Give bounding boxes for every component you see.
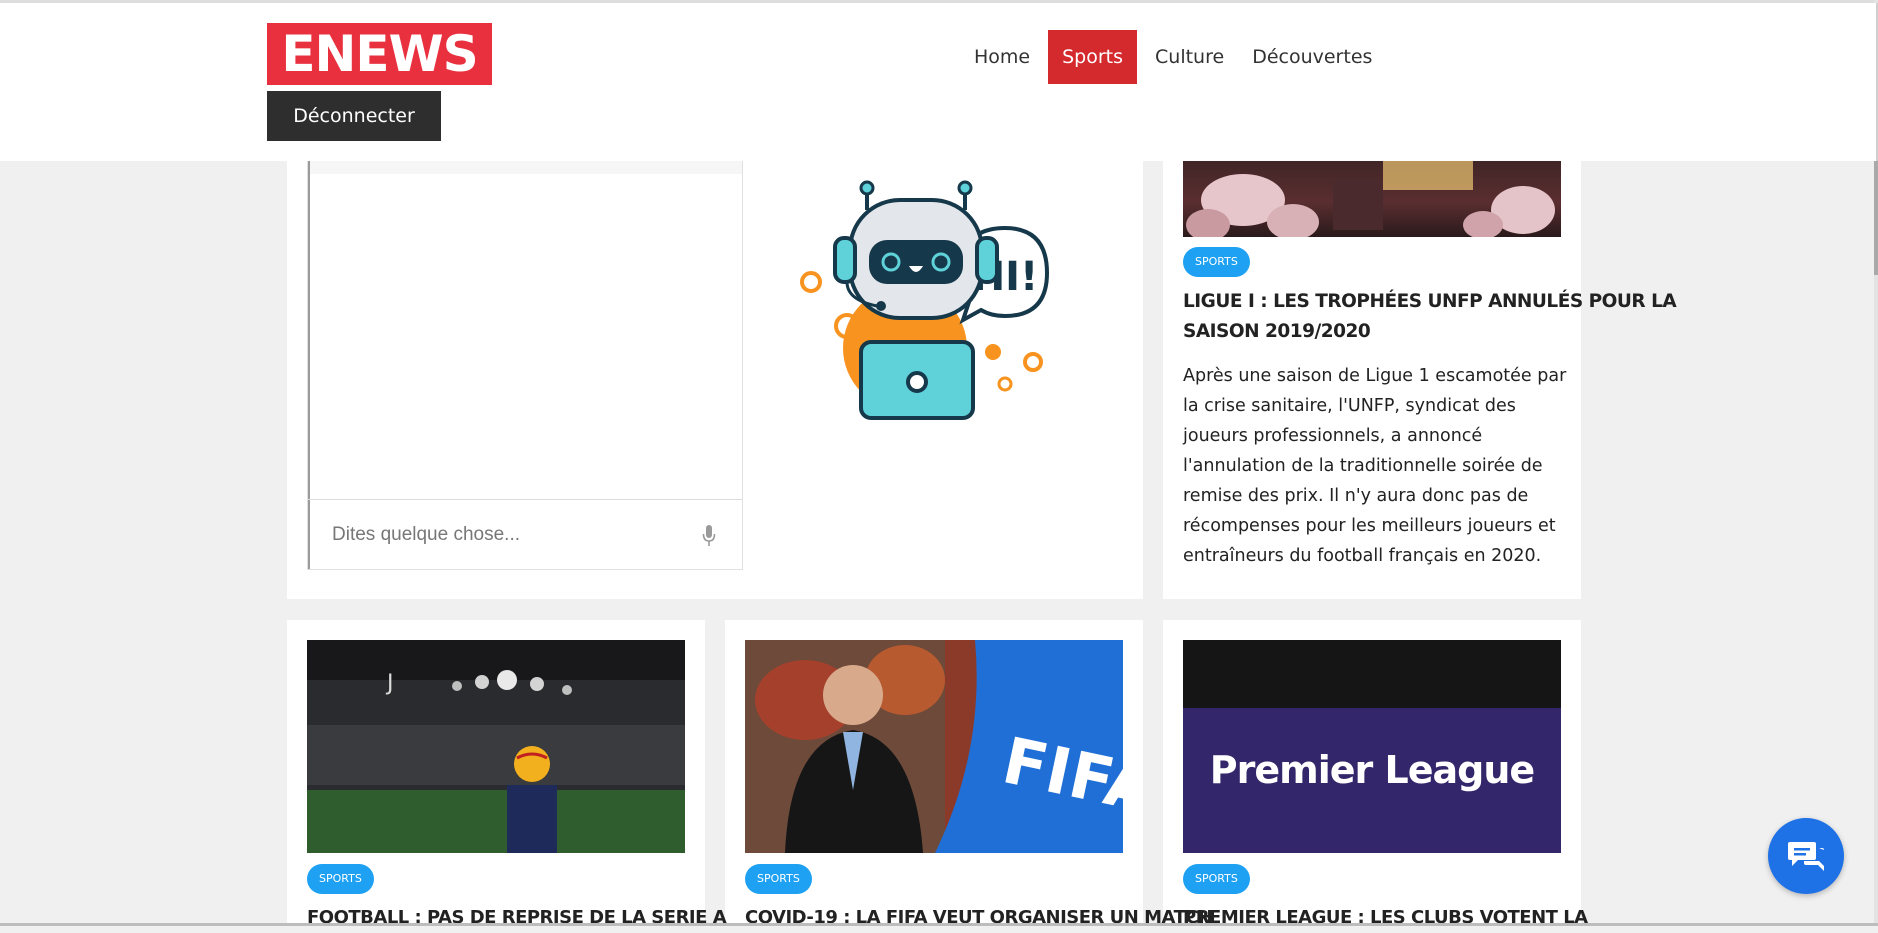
category-badge[interactable]: SPORTS — [745, 864, 812, 894]
featured-article-text-line: remise des prix. Il n'y aura donc pas de — [1183, 486, 1529, 506]
category-badge[interactable]: SPORTS — [307, 864, 374, 894]
site-header: ENEWS Déconnecter Home Sports Culture Dé… — [0, 3, 1878, 161]
chat-message-input[interactable] — [330, 522, 674, 547]
featured-article-text-line: entraîneurs du football français en 2020… — [1183, 546, 1542, 566]
article-image-fifa[interactable]: FIFA — [745, 640, 1123, 853]
chat-bubble-icon — [1788, 842, 1824, 871]
article-title[interactable]: COVID-19 : LA FIFA VEUT ORGANISER UN MAT… — [745, 903, 1213, 933]
featured-article-text-line: joueurs professionnels, a annoncé — [1183, 426, 1483, 446]
microphone-icon[interactable] — [702, 524, 716, 548]
featured-article-text-line: la crise sanitaire, l'UNFP, syndicat des — [1183, 396, 1516, 416]
chat-input-bar — [308, 499, 742, 569]
chat-window — [307, 160, 743, 570]
featured-article-title-line1[interactable]: LIGUE I : LES TROPHÉES UNFP ANNULÉS POUR… — [1183, 287, 1677, 317]
featured-article-text-line: l'annulation de la traditionnelle soirée… — [1183, 456, 1543, 476]
nav-item-sports[interactable]: Sports — [1048, 30, 1138, 84]
chat-header-strip — [308, 160, 742, 174]
featured-article-text-line: Après une saison de Ligue 1 escamotée pa… — [1183, 366, 1567, 386]
article-title[interactable]: PREMIER LEAGUE : LES CLUBS VOTENT LA — [1183, 903, 1588, 933]
chatbot-robot-illustration: HI! — [800, 180, 1050, 420]
chat-launcher-button[interactable] — [1768, 818, 1844, 894]
featured-article-image[interactable] — [1183, 150, 1561, 237]
nav-item-decouvertes[interactable]: Découvertes — [1238, 30, 1386, 84]
nav-item-culture[interactable]: Culture — [1141, 30, 1238, 84]
svg-text:J: J — [385, 671, 394, 696]
featured-article-title-line2[interactable]: SAISON 2019/2020 — [1183, 317, 1371, 347]
featured-article-text-line: récompenses pour les meilleurs joueurs e… — [1183, 516, 1556, 536]
category-badge[interactable]: SPORTS — [1183, 864, 1250, 894]
article-image-stadium[interactable]: J — [307, 640, 685, 853]
article-title[interactable]: FOOTBALL : PAS DE REPRISE DE LA SERIE A — [307, 903, 727, 933]
article-image-premier-league[interactable]: Premier League — [1183, 640, 1561, 853]
logout-button[interactable]: Déconnecter — [267, 91, 441, 141]
site-logo[interactable]: ENEWS — [267, 23, 492, 85]
premier-league-logo-text: Premier League — [1209, 748, 1535, 792]
main-nav: Home Sports Culture Découvertes — [960, 30, 1386, 84]
category-badge[interactable]: SPORTS — [1183, 247, 1250, 277]
nav-item-home[interactable]: Home — [960, 30, 1044, 84]
